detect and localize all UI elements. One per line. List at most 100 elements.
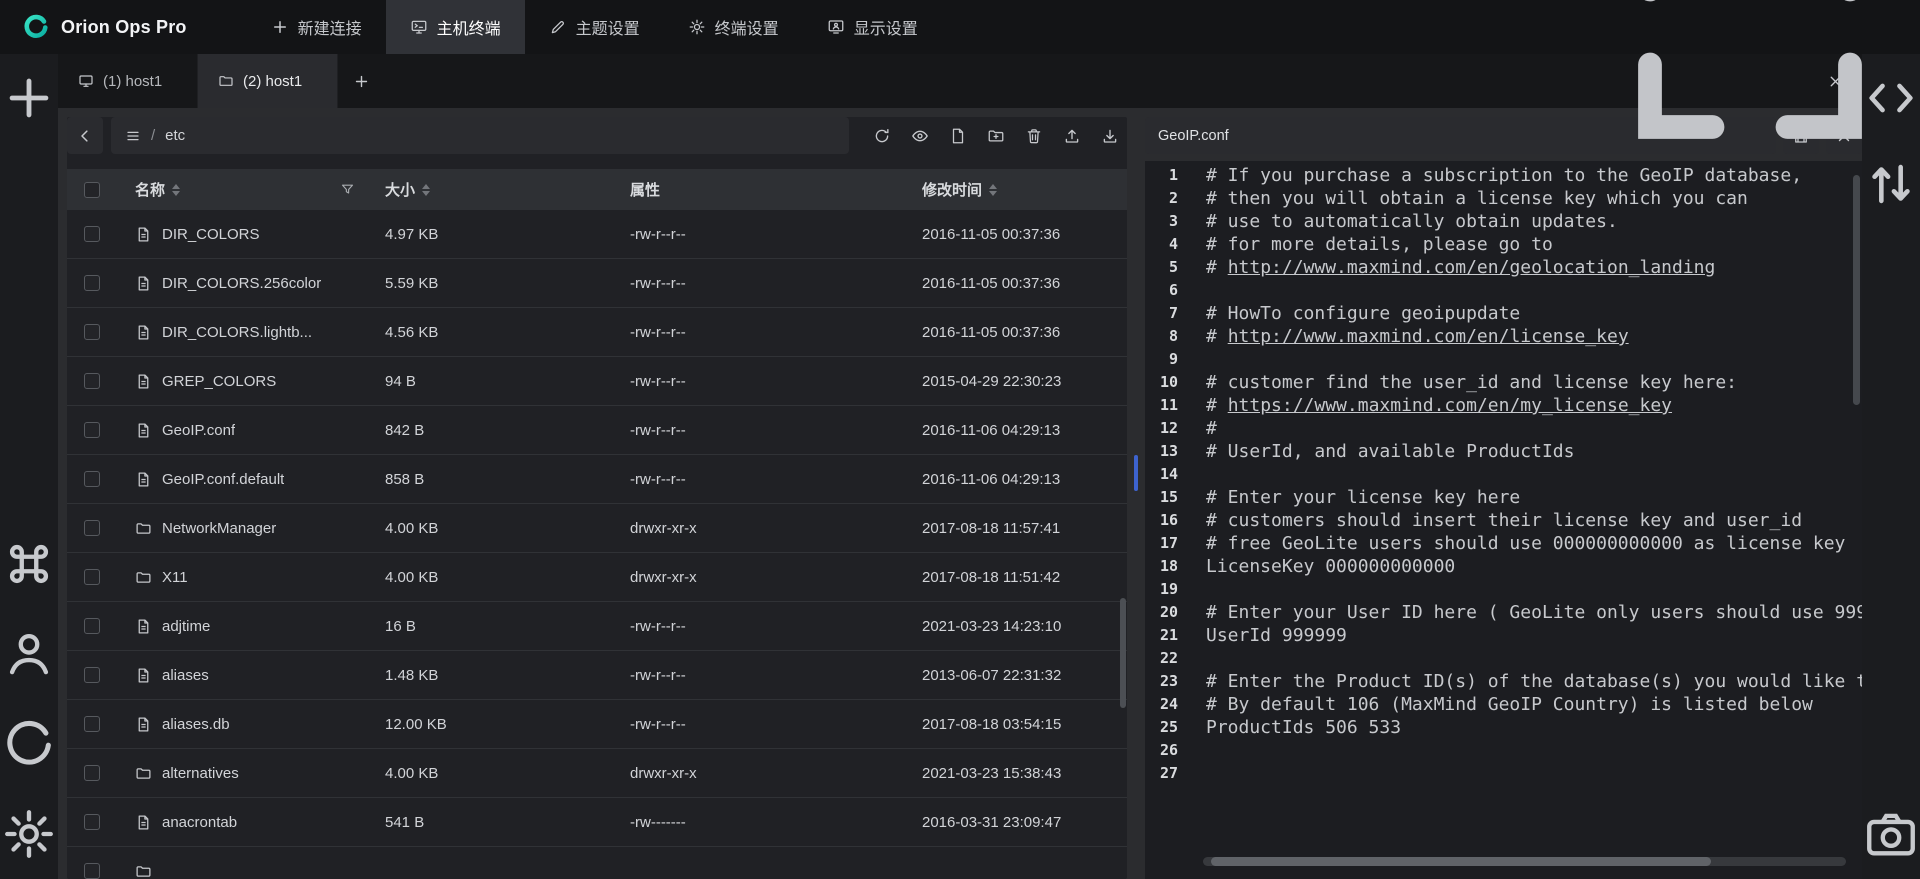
splitter-grip[interactable] bbox=[1134, 455, 1138, 491]
row-checkbox[interactable] bbox=[84, 471, 100, 487]
row-checkbox[interactable] bbox=[84, 422, 100, 438]
row-checkbox[interactable] bbox=[84, 569, 100, 585]
new-file-button[interactable] bbox=[941, 119, 975, 153]
file-table-scrollbar[interactable] bbox=[1120, 262, 1126, 873]
file-name[interactable]: GeoIP.conf bbox=[162, 422, 235, 439]
row-checkbox[interactable] bbox=[84, 226, 100, 242]
users-icon[interactable] bbox=[0, 625, 58, 683]
settings-gear-icon[interactable] bbox=[0, 805, 58, 863]
row-checkbox[interactable] bbox=[84, 373, 100, 389]
eye-icon bbox=[911, 127, 929, 145]
line-number: 25 bbox=[1145, 716, 1178, 739]
sort-mtime-control[interactable] bbox=[989, 184, 997, 196]
new-connection-icon[interactable] bbox=[0, 69, 58, 127]
line-number: 22 bbox=[1145, 647, 1178, 670]
display-icon bbox=[827, 18, 845, 36]
file-name[interactable]: GREP_COLORS bbox=[162, 373, 276, 390]
code-link[interactable]: http://www.maxmind.com/en/geolocation_la… bbox=[1228, 257, 1716, 278]
nav-new-connection[interactable]: 新建连接 bbox=[247, 0, 386, 54]
show-hidden-button[interactable] bbox=[903, 119, 937, 153]
row-checkbox[interactable] bbox=[84, 618, 100, 634]
sort-name-control[interactable] bbox=[172, 184, 180, 196]
editor-code[interactable]: # If you purchase a subscription to the … bbox=[1191, 164, 1862, 879]
file-attr: -rw-r--r-- bbox=[630, 226, 906, 243]
sort-size-control[interactable] bbox=[422, 184, 430, 196]
table-row[interactable]: alternatives4.00 KBdrwxr-xr-x2021-03-23 … bbox=[67, 749, 1127, 798]
path-segment[interactable]: etc bbox=[165, 127, 185, 144]
code-link[interactable]: https://www.maxmind.com/en/my_license_ke… bbox=[1228, 395, 1672, 416]
file-manager-toolbar: / etc bbox=[67, 117, 1127, 154]
gear-icon bbox=[688, 18, 706, 36]
file-size: 1.48 KB bbox=[385, 667, 630, 684]
nav-theme-settings[interactable]: 主题设置 bbox=[525, 0, 664, 54]
line-number: 13 bbox=[1145, 440, 1178, 463]
table-row[interactable]: DIR_COLORS.lightb...4.56 KB-rw-r--r--201… bbox=[67, 308, 1127, 357]
file-name[interactable]: GeoIP.conf.default bbox=[162, 471, 284, 488]
row-checkbox[interactable] bbox=[84, 716, 100, 732]
table-row[interactable]: aliases.db12.00 KB-rw-r--r--2017-08-18 0… bbox=[67, 700, 1127, 749]
file-name[interactable]: X11 bbox=[162, 569, 188, 586]
back-button[interactable] bbox=[67, 117, 103, 154]
path-breadcrumb[interactable]: / etc bbox=[111, 117, 849, 154]
file-name[interactable]: DIR_COLORS.lightb... bbox=[162, 324, 312, 341]
select-all-checkbox[interactable] bbox=[84, 182, 100, 198]
file-name[interactable]: aliases bbox=[162, 667, 209, 684]
scrollbar-thumb[interactable] bbox=[1853, 175, 1860, 405]
code-editor[interactable]: 1234567891011121314151617181920212223242… bbox=[1145, 161, 1862, 879]
file-name[interactable]: aliases.db bbox=[162, 716, 230, 733]
refresh-button[interactable] bbox=[865, 119, 899, 153]
editor-vertical-scrollbar[interactable] bbox=[1853, 163, 1860, 849]
file-name[interactable]: alternatives bbox=[162, 765, 239, 782]
code-line: # customers should insert their license … bbox=[1206, 509, 1862, 532]
code-line bbox=[1206, 463, 1862, 486]
row-checkbox[interactable] bbox=[84, 520, 100, 536]
table-row[interactable]: GREP_COLORS94 B-rw-r--r--2015-04-29 22:3… bbox=[67, 357, 1127, 406]
nav-terminal-settings[interactable]: 终端设置 bbox=[664, 0, 803, 54]
table-row[interactable]: NetworkManager4.00 KBdrwxr-xr-x2017-08-1… bbox=[67, 504, 1127, 553]
table-row[interactable]: aliases1.48 KB-rw-r--r--2013-06-07 22:31… bbox=[67, 651, 1127, 700]
new-tab-button[interactable] bbox=[338, 54, 384, 108]
row-checkbox[interactable] bbox=[84, 324, 100, 340]
panel-splitter[interactable] bbox=[1127, 108, 1145, 879]
file-name[interactable]: NetworkManager bbox=[162, 520, 276, 537]
table-row[interactable]: GeoIP.conf842 B-rw-r--r--2016-11-06 04:2… bbox=[67, 406, 1127, 455]
row-checkbox[interactable] bbox=[84, 667, 100, 683]
table-row[interactable]: adjtime16 B-rw-r--r--2021-03-23 14:23:10 bbox=[67, 602, 1127, 651]
row-checkbox[interactable] bbox=[84, 765, 100, 781]
camera-icon[interactable] bbox=[1862, 805, 1920, 863]
table-row[interactable]: X114.00 KBdrwxr-xr-x2017-08-18 11:51:42 bbox=[67, 553, 1127, 602]
tab-host1-terminal[interactable]: (1) host1 bbox=[58, 54, 198, 108]
file-attr: -rw-r--r-- bbox=[630, 422, 906, 439]
line-number: 6 bbox=[1145, 279, 1178, 302]
file-name[interactable]: DIR_COLORS bbox=[162, 226, 260, 243]
nav-display-settings[interactable]: 显示设置 bbox=[803, 0, 942, 54]
row-checkbox[interactable] bbox=[84, 814, 100, 830]
delete-button[interactable] bbox=[1017, 119, 1051, 153]
editor-horizontal-scrollbar[interactable] bbox=[1203, 857, 1846, 866]
table-row[interactable]: anacrontab541 B-rw-------2016-03-31 23:0… bbox=[67, 798, 1127, 847]
command-icon[interactable] bbox=[0, 535, 58, 593]
scrollbar-thumb[interactable] bbox=[1120, 598, 1126, 708]
upload-button[interactable] bbox=[1055, 119, 1089, 153]
file-name[interactable]: DIR_COLORS.256color bbox=[162, 275, 321, 292]
tab-host1-files[interactable]: (2) host1 bbox=[198, 54, 338, 108]
table-row[interactable]: DIR_COLORS4.97 KB-rw-r--r--2016-11-05 00… bbox=[67, 210, 1127, 259]
fullscreen-icon[interactable] bbox=[1600, 0, 1900, 177]
file-attr: drwxr-xr-x bbox=[630, 520, 906, 537]
scrollbar-thumb[interactable] bbox=[1211, 857, 1711, 866]
table-row[interactable] bbox=[67, 847, 1127, 879]
row-checkbox[interactable] bbox=[84, 863, 100, 879]
row-checkbox[interactable] bbox=[84, 275, 100, 291]
code-link[interactable]: http://www.maxmind.com/en/license_key bbox=[1228, 326, 1629, 347]
table-row[interactable]: DIR_COLORS.256color5.59 KB-rw-r--r--2016… bbox=[67, 259, 1127, 308]
download-button[interactable] bbox=[1093, 119, 1127, 153]
file-name[interactable]: adjtime bbox=[162, 618, 210, 635]
nav-host-terminal[interactable]: 主机终端 bbox=[386, 0, 525, 54]
terminal-tabbar: (1) host1 (2) host1 bbox=[58, 54, 1862, 108]
new-folder-button[interactable] bbox=[979, 119, 1013, 153]
main-nav: 新建连接 主机终端 主题设置 终端设置 显示设置 bbox=[247, 0, 942, 54]
file-name[interactable]: anacrontab bbox=[162, 814, 237, 831]
table-row[interactable]: GeoIP.conf.default858 B-rw-r--r--2016-11… bbox=[67, 455, 1127, 504]
filter-funnel-icon[interactable] bbox=[340, 182, 355, 197]
swirl-theme-icon[interactable] bbox=[0, 715, 58, 773]
